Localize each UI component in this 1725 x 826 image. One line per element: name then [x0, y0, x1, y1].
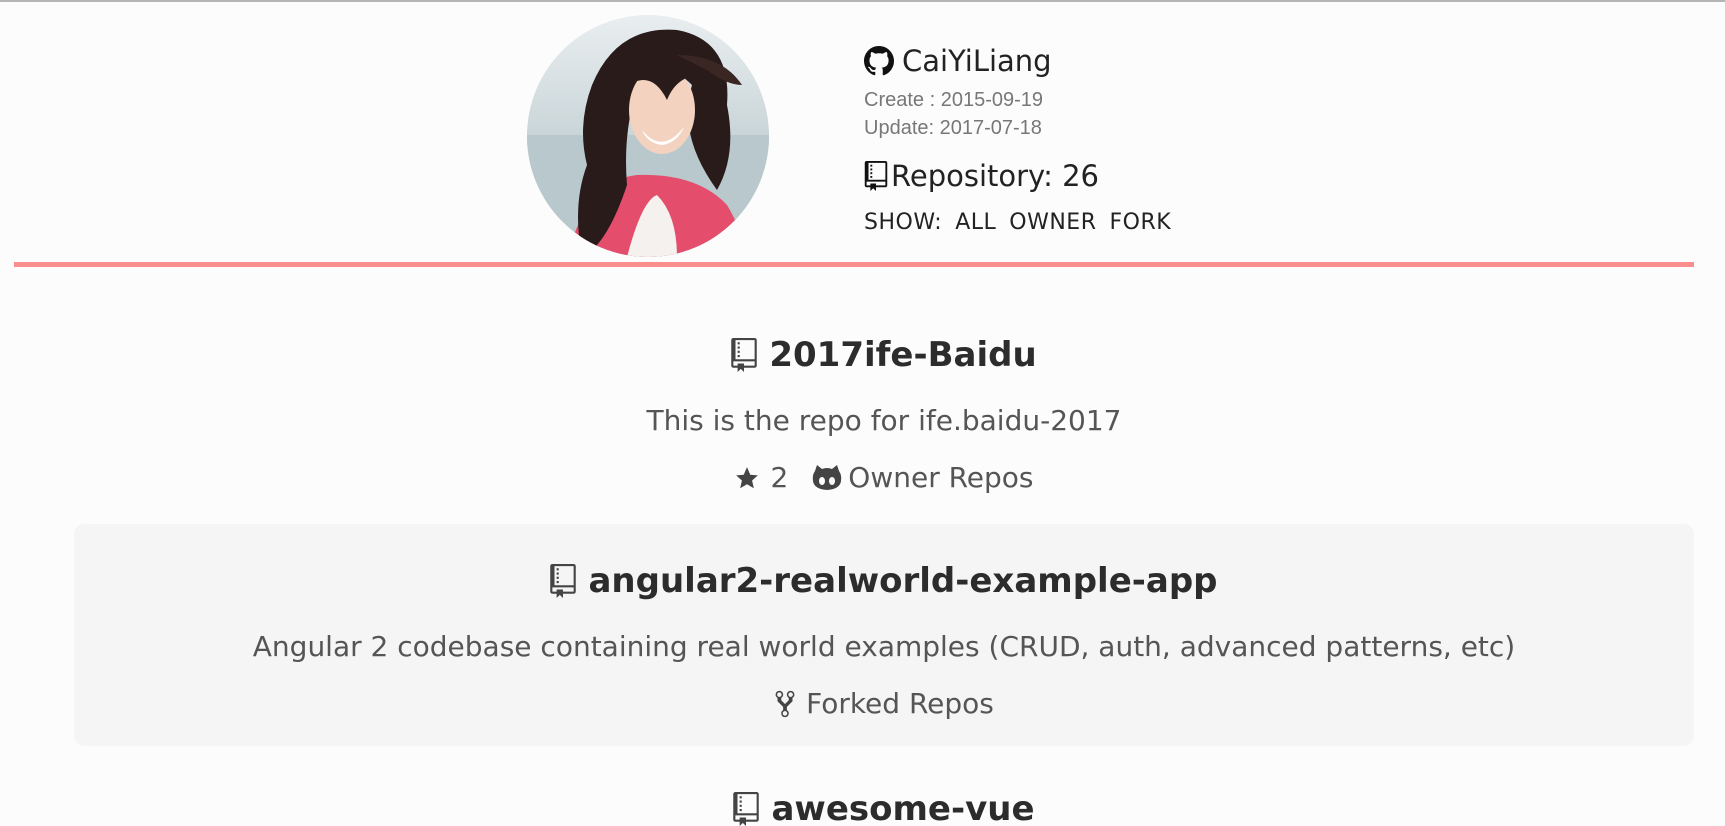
repo-card[interactable]: awesome-vue — [74, 784, 1694, 826]
repo-icon — [731, 338, 758, 372]
filter-bar: SHOW: ALL OWNER FORK — [864, 210, 1364, 235]
repo-description: This is the repo for ife.baidu-2017 — [646, 404, 1122, 437]
fork-icon — [775, 690, 795, 717]
filter-fork-button[interactable]: FORK — [1110, 210, 1172, 235]
repository-count-row: Repository: 26 — [864, 156, 1364, 196]
profile-info: CaiYiLiang Create : 2015-09-19 Update: 2… — [864, 42, 1364, 235]
avatar-photo — [527, 15, 769, 257]
repository-count: Repository: 26 — [891, 159, 1099, 193]
created-date: Create : 2015-09-19 — [864, 89, 1044, 111]
username-row: CaiYiLiang — [864, 42, 1364, 80]
repo-icon — [550, 564, 577, 598]
repo-card[interactable]: 2017ife-Baidu This is the repo for ife.b… — [74, 330, 1694, 520]
updated-date: Update: 2017-07-18 — [864, 117, 1042, 139]
repo-type-label: Forked Repos — [806, 687, 994, 720]
repo-meta: Forked Repos — [74, 687, 1694, 720]
repo-name-link[interactable]: angular2-realworld-example-app — [588, 561, 1217, 601]
repo-icon — [733, 792, 760, 826]
repo-title-row: angular2-realworld-example-app — [74, 556, 1694, 606]
github-icon — [864, 46, 894, 76]
repo-title-row: awesome-vue — [74, 784, 1694, 826]
repo-card[interactable]: angular2-realworld-example-app Angular 2… — [74, 524, 1694, 746]
profile-header: CaiYiLiang Create : 2015-09-19 Update: 2… — [0, 2, 1725, 262]
username[interactable]: CaiYiLiang — [902, 44, 1052, 78]
repo-title-row: 2017ife-Baidu — [74, 330, 1694, 380]
filter-owner-button[interactable]: OWNER — [1009, 210, 1096, 235]
filter-all-button[interactable]: ALL — [955, 210, 996, 235]
repo-meta: 2 Owner Repos — [74, 461, 1694, 494]
star-icon — [736, 466, 759, 488]
repo-description: Angular 2 codebase containing real world… — [252, 630, 1516, 663]
repo-name-link[interactable]: 2017ife-Baidu — [769, 335, 1036, 375]
star-count: 2 — [770, 461, 789, 494]
repo-name-link[interactable]: awesome-vue — [771, 789, 1034, 826]
dates: Create : 2015-09-19 Update: 2017-07-18 — [864, 86, 1364, 142]
octoface-icon — [813, 464, 842, 490]
repo-type-label: Owner Repos — [848, 461, 1034, 494]
repo-icon — [864, 161, 888, 191]
avatar — [527, 15, 769, 257]
header-divider — [14, 262, 1694, 267]
show-label: SHOW: — [864, 210, 943, 235]
